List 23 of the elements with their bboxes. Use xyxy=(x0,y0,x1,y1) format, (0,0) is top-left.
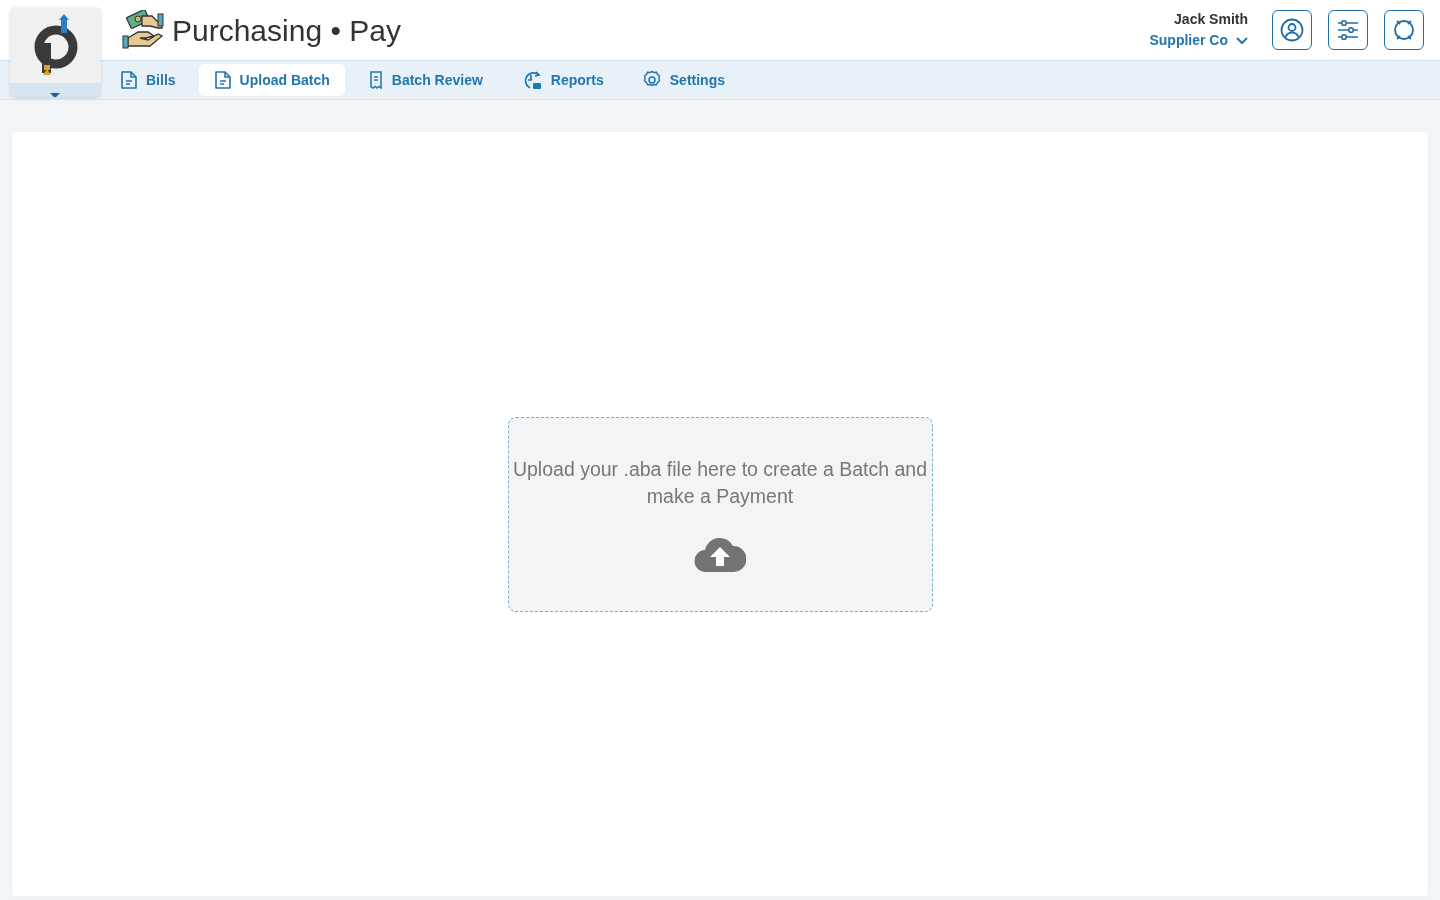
sliders-icon xyxy=(1336,18,1360,42)
upload-message: Upload your .aba file here to create a Batch and make a Payment xyxy=(511,457,929,509)
money-hands-icon xyxy=(122,10,164,50)
upload-dropzone[interactable]: Upload your .aba file here to create a Batch and make a Payment xyxy=(507,416,933,612)
user-name: Jack Smith xyxy=(1174,10,1248,29)
nav-tab[interactable]: Batch Review xyxy=(352,64,498,96)
user-icon xyxy=(1280,18,1304,42)
nav-tab[interactable]: Settings xyxy=(626,64,740,96)
company-dropdown[interactable]: Supplier Co xyxy=(1149,30,1248,51)
nav-tab[interactable]: Reports xyxy=(505,64,619,96)
nav-tab[interactable]: Upload Batch xyxy=(198,64,345,96)
app-title: Purchasing • Pay xyxy=(172,12,401,49)
document-icon xyxy=(213,70,232,90)
nav-tab[interactable]: Bills xyxy=(105,64,191,96)
receipt-icon xyxy=(367,70,384,90)
chevron-down-icon xyxy=(1236,36,1248,45)
app-logo[interactable] xyxy=(10,7,101,97)
lifebuoy-icon xyxy=(1392,18,1416,42)
profile-button[interactable] xyxy=(1272,10,1312,50)
help-button[interactable] xyxy=(1384,10,1424,50)
filters-button[interactable] xyxy=(1328,10,1368,50)
document-icon xyxy=(120,70,138,90)
cloud-upload-icon xyxy=(694,536,746,572)
